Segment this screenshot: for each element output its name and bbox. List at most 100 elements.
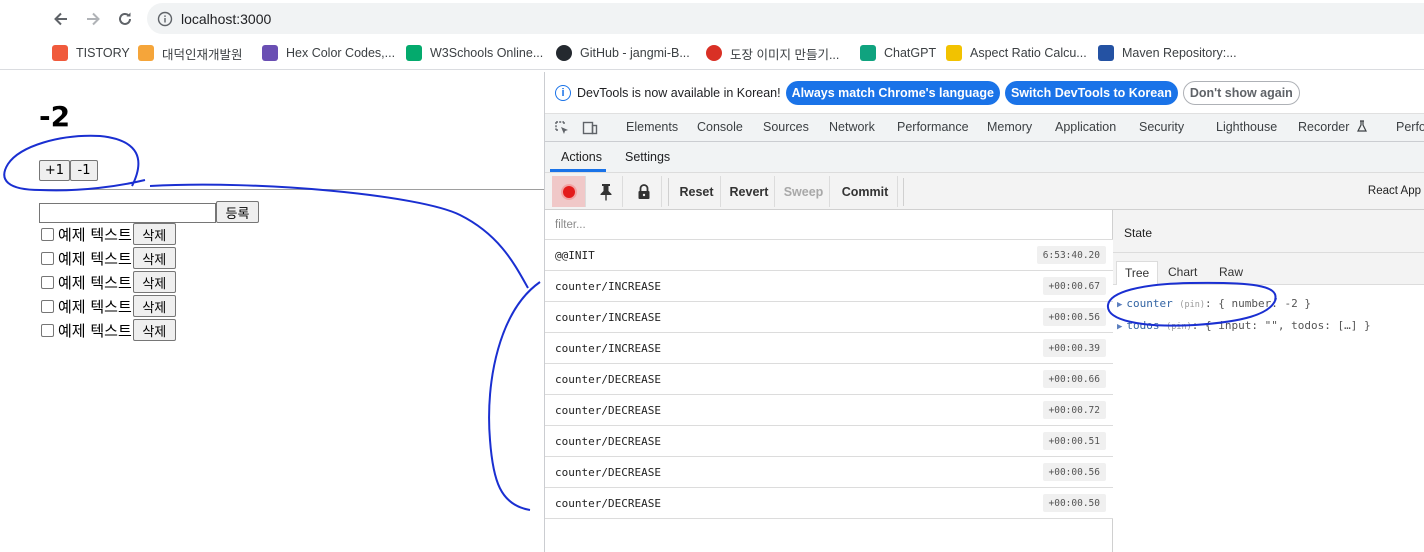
delete-button[interactable]: 삭제 xyxy=(132,319,176,341)
state-inspector-pane: State Tree Chart Raw ▶ counter (pin): { n… xyxy=(1113,210,1424,552)
device-toolbar-icon[interactable] xyxy=(582,120,598,136)
delete-button[interactable]: 삭제 xyxy=(132,223,176,245)
tab-console[interactable]: Console xyxy=(697,120,743,134)
record-button[interactable] xyxy=(552,176,586,207)
forward-button[interactable] xyxy=(80,6,106,32)
action-list-pane: filter... @@INIT 6:53:40.20 counter/INCRE… xyxy=(545,210,1113,552)
sweep-button[interactable]: Sweep xyxy=(778,176,830,207)
action-name: counter/INCREASE xyxy=(555,342,661,355)
register-button[interactable]: 등록 xyxy=(216,201,259,223)
state-tab-tree[interactable]: Tree xyxy=(1116,261,1159,285)
bookmark-maven[interactable]: Maven Repository:... xyxy=(1098,44,1237,62)
tab-elements[interactable]: Elements xyxy=(626,120,678,134)
tab-application[interactable]: Application xyxy=(1055,120,1116,134)
state-tree-todos[interactable]: ▶ todos (pin): { input: "", todos: […] } xyxy=(1117,319,1371,332)
bookmark-stamp[interactable]: 도장 이미지 만들기... xyxy=(706,44,839,62)
instance-selector[interactable]: React App xyxy=(1368,185,1421,197)
always-match-language-button[interactable]: Always match Chrome's language xyxy=(785,80,1000,105)
todo-checkbox[interactable] xyxy=(41,227,54,241)
pin-button[interactable] xyxy=(589,176,623,207)
action-row[interactable]: counter/INCREASE +00:00.67 xyxy=(545,271,1113,302)
state-tab-chart[interactable]: Chart xyxy=(1160,261,1205,285)
tab-security[interactable]: Security xyxy=(1139,120,1184,134)
action-row[interactable]: counter/INCREASE +00:00.56 xyxy=(545,302,1113,333)
expand-arrow-icon[interactable]: ▶ xyxy=(1117,300,1122,310)
delete-button[interactable]: 삭제 xyxy=(132,247,176,269)
action-time: +00:00.39 xyxy=(1042,339,1106,357)
revert-button[interactable]: Revert xyxy=(724,176,775,207)
tab-performance-insights[interactable]: Perfo xyxy=(1396,120,1424,134)
omnibox[interactable]: localhost:3000 xyxy=(147,3,1424,34)
bookmark-label: 도장 이미지 만들기... xyxy=(730,47,840,62)
action-name: @@INIT xyxy=(555,249,595,262)
action-filter-input[interactable]: filter... xyxy=(545,210,1113,240)
action-row[interactable]: @@INIT 6:53:40.20 xyxy=(545,240,1113,271)
tree-pin[interactable]: (pin) xyxy=(1166,322,1192,332)
tab-performance[interactable]: Performance xyxy=(897,120,969,134)
action-row[interactable]: counter/DECREASE +00:00.72 xyxy=(545,395,1113,426)
tree-pin[interactable]: (pin) xyxy=(1179,300,1205,310)
bookmark-tistory[interactable]: TISTORY xyxy=(52,44,130,62)
action-time: +00:00.72 xyxy=(1042,401,1106,419)
bookmark-github[interactable]: GitHub - jangmi-B... xyxy=(556,44,690,62)
action-row[interactable]: counter/DECREASE +00:00.50 xyxy=(545,488,1113,519)
todo-checkbox[interactable] xyxy=(41,251,54,265)
bookmark-label: Hex Color Codes,... xyxy=(286,46,396,60)
decrease-button[interactable]: -1 xyxy=(70,160,98,181)
subtab-settings[interactable]: Settings xyxy=(625,150,670,164)
inspect-element-icon[interactable] xyxy=(554,120,570,136)
back-button[interactable] xyxy=(48,6,74,32)
action-time: +00:00.67 xyxy=(1042,277,1106,295)
action-row[interactable]: counter/DECREASE +00:00.56 xyxy=(545,457,1113,488)
todo-item: 예제 텍스트 삭제 xyxy=(41,223,176,245)
bookmark-w3schools[interactable]: W3Schools Online... xyxy=(406,44,543,62)
info-icon: i xyxy=(555,84,571,101)
todo-text: 예제 텍스트 xyxy=(58,297,132,316)
bookmark-hex-color[interactable]: Hex Color Codes,... xyxy=(262,44,395,62)
tree-key: todos xyxy=(1126,319,1160,332)
lock-button[interactable] xyxy=(626,176,662,207)
state-tree-counter[interactable]: ▶ counter (pin): { number: -2 } xyxy=(1117,297,1311,310)
tistory-favicon-icon xyxy=(52,45,68,61)
info-circle-icon[interactable] xyxy=(157,11,173,27)
bookmark-daedeok[interactable]: 대덕인재개발원 xyxy=(138,44,243,62)
subtab-actions[interactable]: Actions xyxy=(561,150,602,164)
switch-to-korean-button[interactable]: Switch DevTools to Korean xyxy=(1004,80,1178,105)
todo-checkbox[interactable] xyxy=(41,275,54,289)
commit-button[interactable]: Commit xyxy=(833,176,898,207)
reload-button[interactable] xyxy=(112,6,138,32)
tab-network[interactable]: Network xyxy=(829,120,875,134)
github-favicon-icon xyxy=(556,45,572,61)
tree-value: : { input: "", todos: […] } xyxy=(1191,319,1371,332)
chatgpt-favicon-icon xyxy=(860,45,876,61)
action-row[interactable]: counter/DECREASE +00:00.66 xyxy=(545,364,1113,395)
daedeok-favicon-icon xyxy=(138,45,154,61)
devtools-panel: i DevTools is now available in Korean! A… xyxy=(544,72,1424,552)
todo-item: 예제 텍스트 삭제 xyxy=(41,319,176,341)
bookmark-chatgpt[interactable]: ChatGPT xyxy=(860,44,936,62)
reset-button[interactable]: Reset xyxy=(673,176,721,207)
tab-sources[interactable]: Sources xyxy=(763,120,809,134)
todo-text: 예제 텍스트 xyxy=(58,321,132,340)
action-row[interactable]: counter/DECREASE +00:00.51 xyxy=(545,426,1113,457)
dont-show-again-button[interactable]: Don't show again xyxy=(1182,80,1300,105)
todo-checkbox[interactable] xyxy=(41,299,54,313)
increase-button[interactable]: +1 xyxy=(39,160,70,181)
pin-icon xyxy=(600,183,611,200)
app-page: -2 +1 -1 등록 예제 텍스트 삭제 예제 텍스트 삭제 예제 텍스트 삭제 예… xyxy=(0,72,545,552)
tab-lighthouse[interactable]: Lighthouse xyxy=(1216,120,1277,134)
todo-checkbox[interactable] xyxy=(41,323,54,337)
action-row[interactable]: counter/INCREASE +00:00.39 xyxy=(545,333,1113,364)
delete-button[interactable]: 삭제 xyxy=(132,295,176,317)
tab-memory[interactable]: Memory xyxy=(987,120,1032,134)
bookmark-label: Aspect Ratio Calcu... xyxy=(970,46,1087,60)
expand-arrow-icon[interactable]: ▶ xyxy=(1117,322,1122,332)
tab-recorder[interactable]: Recorder xyxy=(1298,120,1368,134)
bookmark-aspect-ratio[interactable]: Aspect Ratio Calcu... xyxy=(946,44,1087,62)
bookmark-label: W3Schools Online... xyxy=(430,46,544,60)
delete-button[interactable]: 삭제 xyxy=(132,271,176,293)
todo-input[interactable] xyxy=(39,203,216,223)
state-tab-raw[interactable]: Raw xyxy=(1211,261,1251,285)
forward-arrow-icon xyxy=(87,12,100,26)
screenshot-root: localhost:3000 TISTORY 대덕인재개발원 Hex Color… xyxy=(0,0,1424,552)
